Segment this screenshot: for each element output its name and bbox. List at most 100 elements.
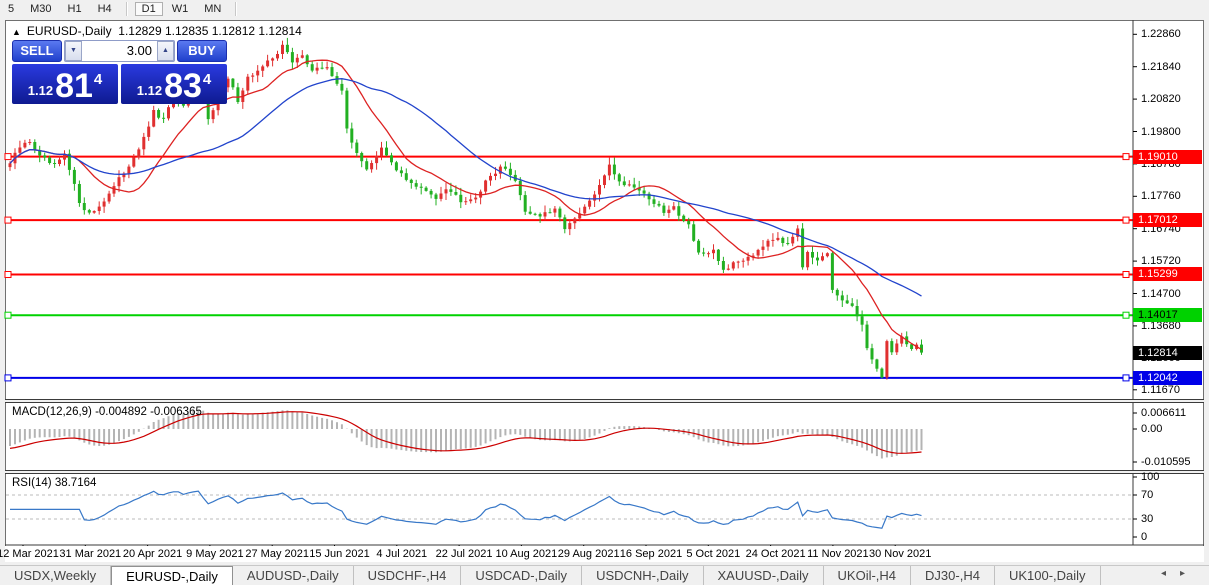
price-tick-label: 1.17760 <box>1141 190 1181 203</box>
candle-body <box>414 183 418 187</box>
sell-price-panel[interactable]: 1.12 81 4 <box>12 64 118 104</box>
level-line-handle <box>4 271 12 278</box>
collapse-triangle-icon[interactable]: ▲ <box>12 27 21 37</box>
level-line-handle <box>4 216 12 224</box>
sell-price-pip: 4 <box>93 71 103 88</box>
pane-separator-rsi[interactable] <box>5 470 1204 474</box>
candle-body <box>285 44 289 53</box>
candle-body <box>677 206 681 216</box>
candle-body <box>746 256 750 261</box>
candle-body <box>731 262 735 269</box>
volume-decrease-icon[interactable]: ▼ <box>65 41 82 61</box>
trade-panel-controls: SELL ▼ 3.00 ▲ BUY <box>12 40 227 62</box>
candle-body <box>776 237 780 240</box>
level-line-handle <box>1122 311 1130 319</box>
one-click-trade-panel: SELL ▼ 3.00 ▲ BUY 1.12 81 4 1.12 83 4 <box>12 40 227 104</box>
candle-body <box>261 66 265 71</box>
candle-body <box>568 223 572 230</box>
buy-price-prefix: 1.12 <box>136 83 163 98</box>
candle-body <box>82 203 86 211</box>
candle-body <box>97 206 101 211</box>
date-axis: 12 Mar 2021 31 Mar 2021 20 Apr 2021 9 May 2… <box>0 546 1204 562</box>
candle-body <box>508 168 512 175</box>
date-tick-label: 12 Mar 2021 <box>0 548 59 560</box>
candle-body <box>380 147 383 156</box>
candle-body <box>355 142 359 153</box>
price-tick-label: 1.19800 <box>1141 125 1181 138</box>
buy-button[interactable]: BUY <box>177 40 227 62</box>
chart-header: ▲ EURUSD-,Daily 1.12829 1.12835 1.12812 1… <box>12 24 302 38</box>
sell-button[interactable]: SELL <box>12 40 62 62</box>
candle-body <box>107 193 111 202</box>
candle-body <box>607 164 611 176</box>
candle-body <box>791 236 795 244</box>
price-line-badge[interactable]: 1.19010 <box>1133 149 1202 164</box>
candle-body <box>835 289 839 296</box>
candle-body <box>211 110 215 120</box>
candle-body <box>494 173 497 176</box>
candle-body <box>256 70 260 76</box>
candle-body <box>409 179 413 183</box>
candle-body <box>840 295 844 301</box>
candle-body <box>162 117 166 119</box>
rsi-tick-label: 70 <box>1141 489 1154 501</box>
candle-body <box>825 253 829 257</box>
candle-body <box>583 206 587 214</box>
candle-body <box>603 175 606 185</box>
buy-price-panel[interactable]: 1.12 83 4 <box>121 64 227 104</box>
price-axis: 1.22860 1.21840 1.20820 1.19800 1.18780 1.177… <box>1133 20 1204 545</box>
candle-body <box>533 213 537 215</box>
candle-body <box>860 316 864 325</box>
candle-body <box>365 161 369 170</box>
candle-body <box>77 184 81 203</box>
price-line-badge[interactable]: 1.12042 <box>1133 370 1202 385</box>
candle-body <box>652 199 656 204</box>
candle-body <box>58 159 61 164</box>
price-line-badge[interactable]: 1.17012 <box>1133 213 1202 228</box>
chart-symbol-title: EURUSD-,Daily <box>26 24 112 38</box>
candle-body <box>439 193 443 199</box>
price-tick-label: 1.21840 <box>1141 60 1181 73</box>
candle-body <box>781 237 785 243</box>
candle-body <box>682 215 686 221</box>
volume-input[interactable]: 3.00 <box>82 41 157 61</box>
price-line-badge[interactable]: 1.14017 <box>1133 308 1202 323</box>
volume-increase-icon[interactable]: ▲ <box>157 41 174 61</box>
candle-body <box>811 252 814 258</box>
candle-body <box>716 249 720 261</box>
candle-body <box>315 67 319 71</box>
candle-body <box>305 55 309 65</box>
price-tick-label: 1.14700 <box>1141 287 1181 300</box>
candle-body <box>454 192 458 195</box>
candle-body <box>816 257 819 261</box>
candle-body <box>271 58 275 61</box>
level-line-handle <box>1122 153 1130 161</box>
pane-separator-macd[interactable] <box>5 399 1204 403</box>
macd-tick-label: 0.006611 <box>1141 407 1187 419</box>
price-line-badge[interactable]: 1.12814 <box>1133 346 1202 361</box>
candle-body <box>766 240 770 247</box>
candle-body <box>850 303 854 306</box>
candle-body <box>92 211 96 213</box>
candle-body <box>518 180 522 196</box>
candle-body <box>895 343 899 353</box>
date-tick-label: 11 Nov 2021 <box>807 548 869 560</box>
candle-body <box>612 164 616 175</box>
date-tick-label: 29 Aug 2021 <box>557 548 620 560</box>
candle-body <box>806 252 810 268</box>
candle-body <box>419 186 423 188</box>
candle-body <box>697 240 701 253</box>
candle-body <box>330 67 334 77</box>
ma-slow-line <box>9 78 922 297</box>
buy-price-big-digits: 83 <box>164 67 202 105</box>
candle-body <box>801 228 805 268</box>
volume-spinner: ▼ 3.00 ▲ <box>64 40 175 62</box>
candle-body <box>464 201 468 203</box>
tab-scroll-arrows[interactable]: ◂▸ <box>1161 568 1199 579</box>
level-line-handle <box>4 153 12 161</box>
price-line-badge[interactable]: 1.15299 <box>1133 267 1202 282</box>
price-tick-label: 1.20820 <box>1141 93 1181 106</box>
price-tick-label: 1.11670 <box>1141 383 1180 396</box>
candle-body <box>112 186 116 194</box>
candle-body <box>449 189 453 192</box>
